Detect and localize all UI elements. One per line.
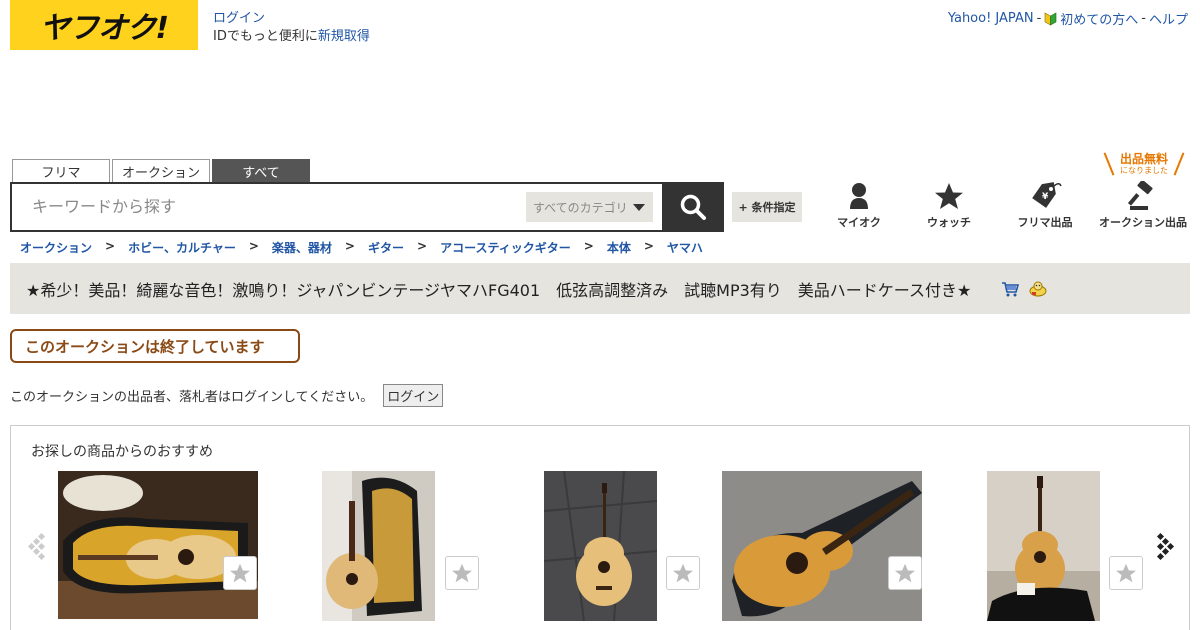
carousel-prev-icon[interactable] — [25, 530, 47, 560]
cart-icon — [1002, 281, 1020, 296]
nav-label: フリマ出品 — [1017, 216, 1073, 229]
star-icon — [673, 563, 693, 583]
svg-text:¥: ¥ — [1042, 192, 1049, 202]
yahoo-japan-link[interactable]: Yahoo! JAPAN — [948, 11, 1034, 26]
item-title-bar: ★希少！美品！綺麗な音色！激鳴り！ジャパンビンテージヤマハFG401 低弦高調整… — [10, 263, 1190, 314]
nav-flea-listing[interactable]: ¥ フリマ出品 — [1000, 180, 1090, 230]
recommendations-panel: お探しの商品からのおすすめ — [10, 425, 1190, 630]
login-notice-text: このオークションの出品者、落札者はログインしてください。 — [10, 390, 374, 405]
breadcrumb-item-body[interactable]: 本体 — [607, 239, 631, 256]
search-button[interactable] — [662, 182, 724, 232]
search-box: すべてのカテゴリ — [10, 182, 663, 232]
star-icon — [1116, 563, 1136, 583]
gavel-icon — [1128, 181, 1153, 210]
search-tabs: フリマ オークション すべて — [12, 159, 310, 182]
breadcrumb-separator: > — [105, 239, 116, 253]
nav-my-auction[interactable]: マイオク — [814, 180, 904, 230]
category-select-value: すべてのカテゴリ — [533, 200, 628, 215]
guitar-in-case-photo[interactable] — [58, 471, 258, 619]
guitar-in-black-case-photo[interactable] — [722, 471, 922, 621]
login-link[interactable]: ログイン — [213, 11, 265, 26]
search-input[interactable] — [32, 197, 512, 216]
price-tag-icon: ¥ — [1032, 182, 1062, 208]
free-listing-subtitle: になりました — [1120, 166, 1168, 175]
breadcrumb-item-acoustic[interactable]: アコースティックギター — [440, 239, 571, 256]
tab-auction[interactable]: オークション — [112, 159, 210, 182]
login-block: ログイン IDでもっと便利に新規取得 — [213, 10, 370, 46]
breadcrumb-separator: > — [643, 239, 654, 253]
breadcrumb-item-guitar[interactable]: ギター — [368, 239, 404, 256]
seller-badge-icon — [1029, 281, 1047, 296]
star-icon — [230, 563, 250, 583]
free-listing-title: 出品無料 — [1119, 152, 1168, 166]
beginner-mark-icon — [1044, 11, 1057, 26]
notice-login-button[interactable]: ログイン — [383, 384, 444, 407]
breadcrumb-item-instruments[interactable]: 楽器、器材 — [272, 239, 332, 256]
auction-ended-badge: このオークションは終了しています — [10, 329, 300, 363]
free-listing-badge: 出品無料 になりました — [1103, 152, 1185, 178]
breadcrumb-separator: > — [344, 239, 355, 253]
login-notice: このオークションの出品者、落札者はログインしてください。 ログイン — [10, 384, 444, 407]
header-separator: - — [1036, 11, 1042, 26]
star-icon — [935, 183, 963, 209]
breadcrumb-separator: > — [417, 239, 428, 253]
watch-button[interactable] — [445, 556, 479, 590]
login-prompt: IDでもっと便利に — [213, 29, 318, 44]
header-separator: - — [1141, 11, 1146, 26]
guitar-on-ground-photo[interactable] — [544, 471, 657, 621]
watch-button[interactable] — [888, 556, 922, 590]
register-link[interactable]: 新規取得 — [318, 29, 370, 44]
item-title: ★希少！美品！綺麗な音色！激鳴り！ジャパンビンテージヤマハFG401 低弦高調整… — [26, 280, 972, 300]
caret-down-icon — [632, 203, 645, 211]
first-time-link[interactable]: 初めての方へ — [1060, 9, 1138, 28]
breadcrumb-separator: > — [583, 239, 594, 253]
category-select[interactable]: すべてのカテゴリ — [526, 192, 653, 222]
guitar-on-stand-photo[interactable] — [987, 471, 1100, 621]
yahuoku-logo[interactable]: ヤフオク! — [10, 0, 198, 50]
tab-all[interactable]: すべて — [212, 159, 310, 182]
nav-label: ウォッチ — [927, 216, 971, 229]
search-icon — [680, 194, 706, 220]
nav-watch[interactable]: ウォッチ — [904, 180, 994, 230]
tab-flea-market[interactable]: フリマ — [12, 159, 110, 182]
guitar-with-case-photo[interactable] — [322, 471, 435, 621]
watch-button[interactable] — [223, 556, 257, 590]
logo-text: ヤフオク! — [39, 11, 169, 46]
star-icon — [895, 563, 915, 583]
conditions-button[interactable]: + 条件指定 — [732, 192, 802, 222]
breadcrumb: オークション > ホビー、カルチャー > 楽器、器材 > ギター > アコーステ… — [20, 239, 703, 256]
breadcrumb-item-yamaha[interactable]: ヤマハ — [667, 239, 703, 256]
watch-button[interactable] — [1109, 556, 1143, 590]
recommendations-heading: お探しの商品からのおすすめ — [31, 444, 213, 460]
star-icon — [452, 563, 472, 583]
help-link[interactable]: ヘルプ — [1149, 9, 1188, 28]
nav-label: オークション出品 — [1099, 216, 1187, 229]
nav-label: マイオク — [837, 216, 881, 229]
carousel-next-icon[interactable] — [1155, 530, 1177, 560]
watch-button[interactable] — [666, 556, 700, 590]
nav-auction-listing[interactable]: オークション出品 — [1098, 180, 1188, 230]
header-links: Yahoo! JAPAN - 初めての方へ - ヘルプ — [948, 9, 1188, 28]
breadcrumb-separator: > — [248, 239, 259, 253]
breadcrumb-item-auction[interactable]: オークション — [20, 239, 92, 256]
breadcrumb-item-hobby[interactable]: ホビー、カルチャー — [128, 239, 236, 256]
person-icon — [850, 183, 868, 209]
